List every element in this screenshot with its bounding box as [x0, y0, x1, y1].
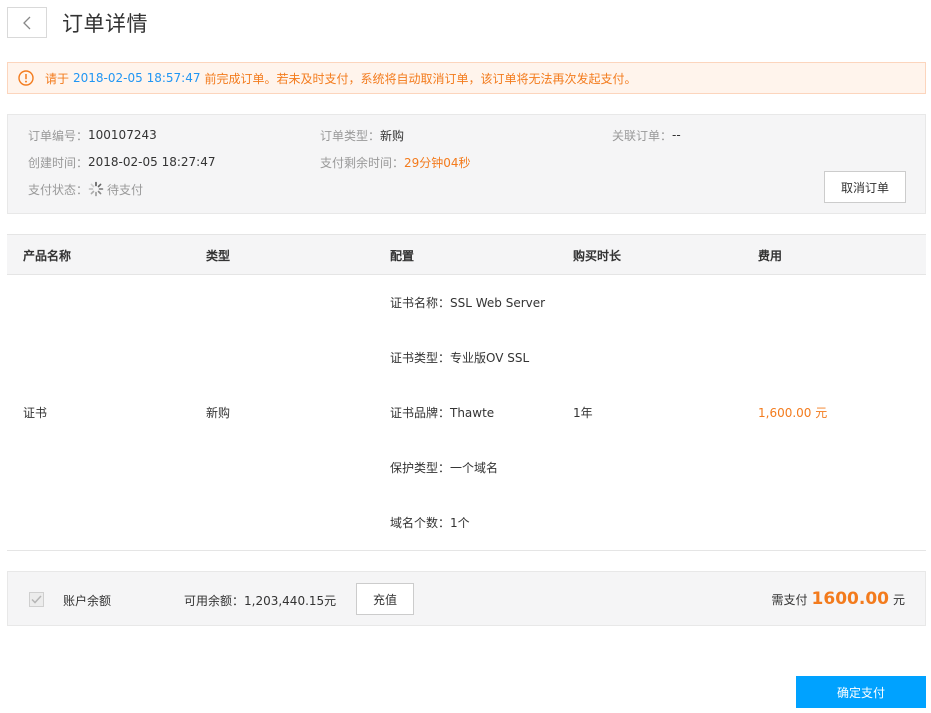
- recharge-button[interactable]: 充值: [356, 583, 414, 615]
- config-domain-count: 域名个数：1个: [390, 516, 470, 530]
- remaining-time-row: 支付剩余时间： 29分钟04秒: [320, 154, 471, 170]
- header-product: 产品名称: [23, 249, 72, 263]
- order-type-label: 订单类型：: [320, 128, 381, 143]
- cancel-order-button[interactable]: 取消订单: [824, 171, 906, 203]
- remaining-time-label: 支付剩余时间：: [320, 155, 405, 170]
- page-title: 订单详情: [62, 11, 148, 36]
- header-fee: 费用: [758, 249, 783, 263]
- payment-deadline-alert: 请于 2018-02-05 18:57:47 前完成订单。若未及时支付，系统将自…: [7, 62, 926, 94]
- account-balance-checkbox[interactable]: [29, 592, 44, 607]
- header-type: 类型: [206, 249, 231, 263]
- account-balance-label: 账户余额: [63, 594, 112, 608]
- loading-spinner-icon: [88, 181, 104, 197]
- amount-due-unit: 元: [892, 593, 905, 607]
- alert-prefix: 请于: [45, 71, 70, 86]
- config-cert-type: 证书类型：专业版OV SSL: [390, 351, 530, 365]
- payment-status: 待支付: [107, 182, 144, 197]
- back-button[interactable]: [7, 7, 47, 38]
- amount-due-value: 1600.00: [811, 589, 889, 609]
- created-time-label: 创建时间：: [28, 155, 89, 170]
- created-time: 2018-02-05 18:27:47: [88, 155, 216, 169]
- chevron-left-icon: [23, 16, 31, 29]
- order-items-table: 产品名称 类型 配置 购买时长 费用 证书 新购 证书名称：SSL Web Se…: [7, 234, 926, 551]
- config-cert-name: 证书名称：SSL Web Server: [390, 296, 546, 310]
- alert-suffix: 前完成订单。若未及时支付，系统将自动取消订单，该订单将无法再次发起支付。: [204, 71, 637, 86]
- checkmark-icon: [31, 595, 42, 604]
- created-time-row: 创建时间： 2018-02-05 18:27:47: [28, 154, 215, 170]
- cell-fee: 1,600.00 元: [758, 406, 828, 420]
- warning-icon: [18, 70, 34, 86]
- header-config: 配置: [390, 249, 415, 263]
- order-info-panel: 订单编号： 100107243 订单类型： 新购 关联订单： -- 创建时间： …: [7, 114, 926, 214]
- cell-duration: 1年: [573, 406, 593, 420]
- related-order-row: 关联订单： --: [612, 127, 681, 143]
- config-cert-brand: 证书品牌：Thawte: [390, 406, 495, 420]
- header-duration: 购买时长: [573, 249, 622, 263]
- payment-panel: 账户余额 可用余额：1,203,440.15元 充值 需支付 1600.00 元: [7, 571, 926, 626]
- config-protection-type: 保护类型：一个域名: [390, 461, 499, 475]
- page-header: 订单详情: [7, 7, 148, 38]
- order-type-row: 订单类型： 新购: [320, 127, 404, 143]
- order-number: 100107243: [88, 128, 157, 142]
- order-type: 新购: [380, 128, 405, 143]
- payment-status-label: 支付状态：: [28, 182, 89, 197]
- cell-product: 证书: [23, 406, 48, 420]
- alert-deadline: 2018-02-05 18:57:47: [73, 71, 201, 85]
- related-order: --: [672, 128, 681, 142]
- amount-due: 需支付 1600.00 元: [772, 589, 905, 609]
- order-number-label: 订单编号：: [28, 128, 89, 143]
- remaining-time: 29分钟04秒: [404, 155, 471, 170]
- available-balance: 可用余额：1,203,440.15元: [184, 594, 337, 608]
- cell-type: 新购: [206, 406, 231, 420]
- order-number-row: 订单编号： 100107243: [28, 127, 157, 143]
- confirm-payment-button[interactable]: 确定支付: [796, 676, 926, 708]
- amount-due-label: 需支付: [771, 593, 808, 607]
- table-header: 产品名称 类型 配置 购买时长 费用: [7, 234, 926, 275]
- payment-status-row: 支付状态： 待支付: [28, 181, 143, 197]
- related-order-label: 关联订单：: [612, 128, 673, 143]
- table-row: 证书 新购 证书名称：SSL Web Server 证书类型：专业版OV SSL…: [7, 275, 926, 551]
